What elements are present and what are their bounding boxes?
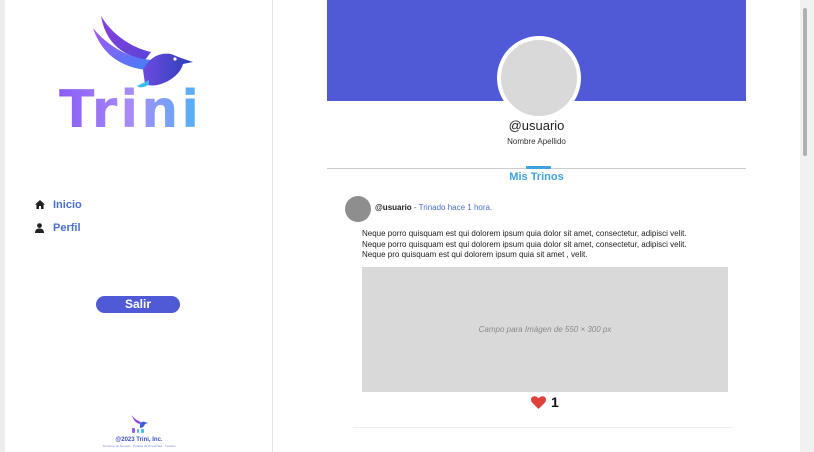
like-count: 1 xyxy=(551,394,559,410)
logout-button[interactable]: Salir xyxy=(96,296,180,313)
sidebar-nav: Inicio Perfil xyxy=(35,193,82,239)
post-divider xyxy=(353,427,733,428)
bird-icon xyxy=(93,16,193,88)
post-image-placeholder: Campo para Imágen de 550 × 300 px xyxy=(362,267,728,392)
sidebar-footer: @2023 Trini, Inc. Términos de Servicio ·… xyxy=(5,414,273,448)
user-icon xyxy=(35,221,51,235)
post-line: Neque porro quisquam est qui dolorem ips… xyxy=(362,239,687,249)
tab-indicator xyxy=(526,166,551,169)
heart-icon xyxy=(531,395,546,409)
sidebar-item-label: Perfil xyxy=(53,221,81,234)
post-header: @usuario - Trinado hace 1 hora. xyxy=(375,203,492,212)
profile-fullname: Nombre Apellido xyxy=(507,137,566,146)
sidebar-item-perfil[interactable]: Perfil xyxy=(35,216,82,239)
like-button[interactable]: 1 xyxy=(531,394,559,410)
post-username: @usuario xyxy=(375,203,412,212)
post-avatar xyxy=(345,196,371,222)
home-icon xyxy=(35,198,51,212)
footer-links[interactable]: Términos de Servicio · Política de Priva… xyxy=(5,444,273,448)
app-window: Trini Inicio Perfil Salir @2023 Trini, I… xyxy=(5,0,800,452)
brand-name: Trini xyxy=(59,80,219,140)
footer-logo-icon xyxy=(132,415,148,433)
sidebar-item-label: Inicio xyxy=(53,198,82,211)
post-image-label: Campo para Imágen de 550 × 300 px xyxy=(478,325,612,334)
post-separator: - xyxy=(411,203,419,212)
post-line: Neque porro quisquam est qui dolorem ips… xyxy=(362,229,687,238)
profile-avatar xyxy=(497,36,581,120)
post-line: Neque pro quisquam est qui dolorem ipsum… xyxy=(362,250,588,259)
tab-mis-trinos[interactable]: Mis Trinos xyxy=(327,171,746,183)
page-scrollbar[interactable] xyxy=(800,0,814,452)
sidebar: Trini Inicio Perfil Salir @2023 Trini, I… xyxy=(5,0,273,452)
profile-username: @usuario xyxy=(508,118,565,133)
copyright: @2023 Trini, Inc. xyxy=(115,437,163,443)
sidebar-item-inicio[interactable]: Inicio xyxy=(35,193,82,216)
post-body: Neque porro quisquam est qui dolorem ips… xyxy=(362,229,742,261)
scrollbar-thumb[interactable] xyxy=(803,8,807,156)
brand-logo: Trini xyxy=(59,14,219,140)
profile-main: @usuario Nombre Apellido Mis Trinos @usu… xyxy=(273,0,800,452)
post-timestamp: Trinado hace 1 hora. xyxy=(418,203,493,212)
